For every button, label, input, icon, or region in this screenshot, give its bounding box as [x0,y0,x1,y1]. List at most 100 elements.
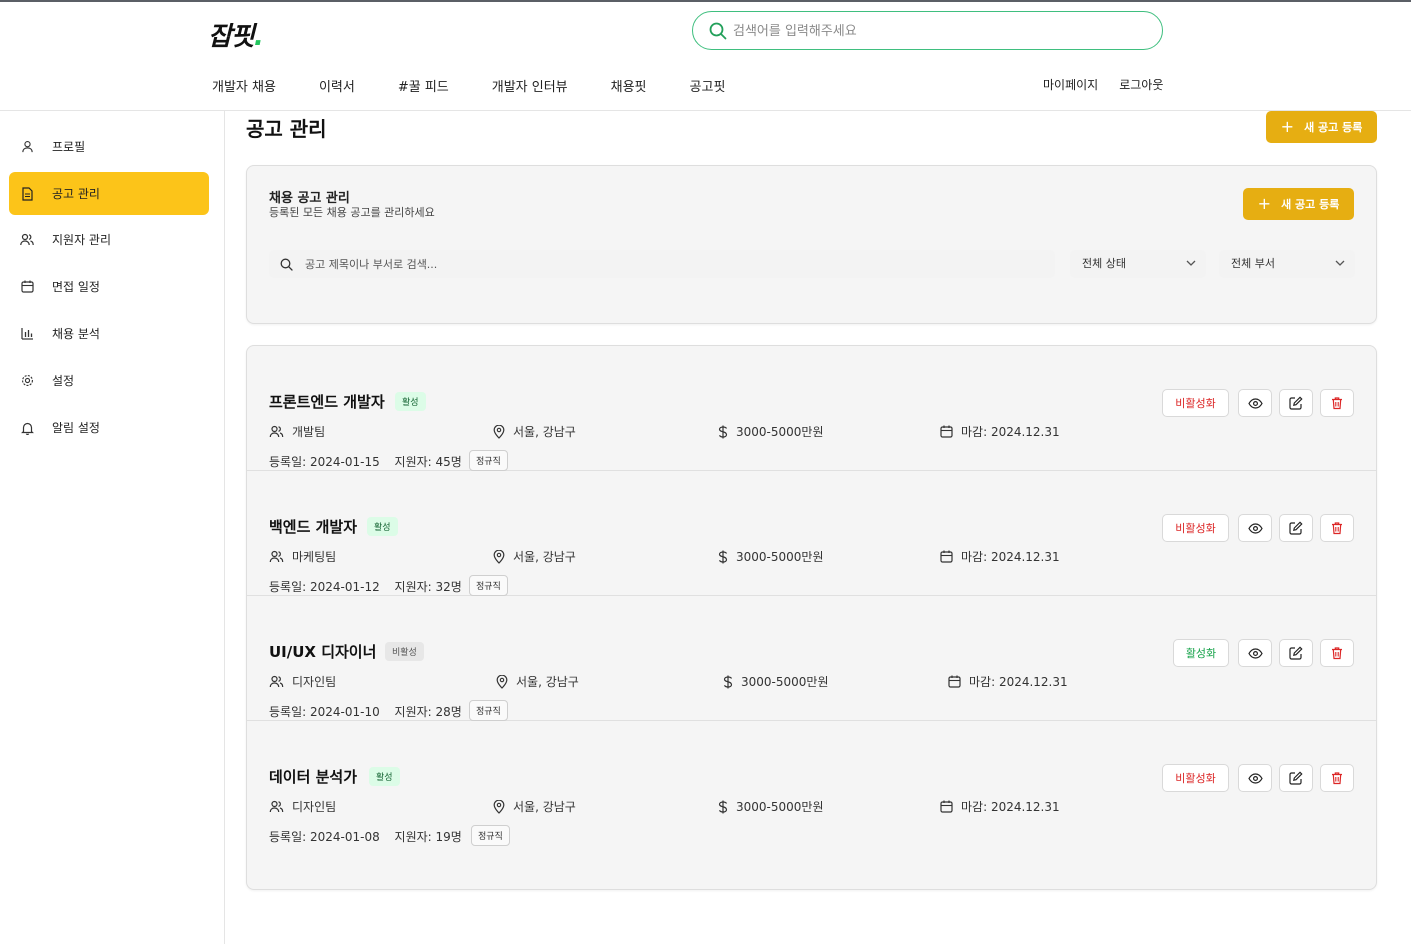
employment-type-tag: 정규직 [469,450,508,471]
users-icon [20,233,34,247]
main-nav: 개발자 채용 이력서 #꿀 피드 개발자 인터뷰 채용핏 공고핏 [212,76,768,95]
nav-posting-fit[interactable]: 공고핏 [690,76,726,95]
job-title[interactable]: UI/UX 디자이너 [269,641,376,662]
status-badge: 활성 [367,517,398,536]
edit-icon [1289,521,1303,535]
job-location: 서울, 강남구 [493,548,576,565]
dept-filter-select[interactable]: 전체 부서 [1219,250,1355,278]
job-registered-date: 등록일: 2024-01-10 [269,705,380,719]
calendar-icon [940,800,953,813]
new-posting-label: 새 공고 등록 [1281,198,1340,211]
job-salary: 3000-5000만원 [723,673,829,690]
status-filter-value: 전체 상태 [1082,257,1126,270]
view-button[interactable] [1238,764,1272,792]
job-location-text: 서울, 강남구 [516,675,579,689]
sidebar-item-analytics[interactable]: 채용 분석 [9,312,209,355]
panel-subtitle: 등록된 모든 채용 공고를 관리하세요 [269,206,435,219]
new-posting-button[interactable]: + 새 공고 등록 [1266,111,1377,143]
edit-icon [1289,771,1303,785]
job-team-text: 디자인팀 [292,800,337,814]
view-button[interactable] [1238,514,1272,542]
job-salary: 3000-5000만원 [718,548,824,565]
eye-icon [1247,397,1263,409]
panel-new-posting-button[interactable]: + 새 공고 등록 [1243,188,1354,220]
sidebar-item-label: 설정 [52,374,75,388]
job-location-text: 서울, 강남구 [513,550,576,564]
posting-search[interactable] [269,250,1055,278]
posting-management-panel: 채용 공고 관리 등록된 모든 채용 공고를 관리하세요 +새 공고 등록 전체… [246,165,1377,324]
edit-icon [1289,646,1303,660]
dollar-icon [718,550,728,563]
sidebar-item-profile[interactable]: 프로필 [9,125,209,168]
toggle-status-button[interactable]: 비활성화 [1162,764,1229,792]
toggle-status-button[interactable]: 비활성화 [1162,389,1229,417]
global-search-input[interactable] [733,20,1133,42]
sidebar: 프로필 공고 관리 지원자 관리 면접 일정 채용 분석 설정 알림 설정 [0,111,225,944]
dollar-icon [718,800,728,813]
nav-feed[interactable]: #꿀 피드 [398,76,449,95]
nav-resume[interactable]: 이력서 [319,76,355,95]
users-icon [269,800,284,813]
edit-button[interactable] [1279,514,1313,542]
logo[interactable]: 잡핏. [208,16,264,53]
sidebar-item-settings[interactable]: 설정 [9,359,209,402]
job-team: 디자인팀 [269,798,336,815]
chevron-down-icon [1335,260,1345,266]
toggle-status-button[interactable]: 비활성화 [1162,514,1229,542]
job-location-text: 서울, 강남구 [513,425,576,439]
view-button[interactable] [1238,389,1272,417]
job-registered-date: 등록일: 2024-01-15 [269,455,380,469]
logout-link[interactable]: 로그아웃 [1119,76,1163,93]
nav-recruit-fit[interactable]: 채용핏 [611,76,647,95]
sidebar-item-postings[interactable]: 공고 관리 [9,172,209,215]
job-registered-date: 등록일: 2024-01-12 [269,580,380,594]
dollar-icon [718,425,728,438]
job-location: 서울, 강남구 [493,423,576,440]
nav-dev-jobs[interactable]: 개발자 채용 [212,76,276,95]
job-row: 프론트엔드 개발자 활성 개발팀 서울, 강남구 3000-5000만원 마감:… [247,346,1376,471]
job-applicant-count: 지원자: 19명 [394,830,462,844]
calendar-icon [948,675,961,688]
edit-button[interactable] [1279,639,1313,667]
job-applicant-count: 지원자: 32명 [394,580,462,594]
employment-type-tag: 정규직 [469,575,508,596]
job-list: 프론트엔드 개발자 활성 개발팀 서울, 강남구 3000-5000만원 마감:… [246,345,1377,890]
sidebar-item-interviews[interactable]: 면접 일정 [9,265,209,308]
job-title[interactable]: 데이터 분석가 [269,766,357,787]
users-icon [269,425,284,438]
job-team: 디자인팀 [269,673,336,690]
sidebar-item-label: 면접 일정 [52,280,100,294]
delete-button[interactable] [1320,764,1354,792]
global-search[interactable] [692,11,1163,50]
sidebar-item-notifications[interactable]: 알림 설정 [9,406,209,449]
calendar-icon [940,425,953,438]
status-badge: 비활성 [385,642,424,661]
toggle-status-button[interactable]: 활성화 [1173,639,1229,667]
job-title[interactable]: 프론트엔드 개발자 [269,391,385,412]
delete-button[interactable] [1320,514,1354,542]
job-footer: 등록일: 2024-01-12 지원자: 32명 [269,578,462,595]
eye-icon [1247,772,1263,784]
job-salary: 3000-5000만원 [718,798,824,815]
job-team-text: 마케팅팀 [292,550,337,564]
edit-button[interactable] [1279,389,1313,417]
delete-button[interactable] [1320,389,1354,417]
delete-button[interactable] [1320,639,1354,667]
posting-search-input[interactable] [305,255,1005,273]
map-pin-icon [496,674,508,689]
job-location: 서울, 강남구 [493,798,576,815]
sidebar-item-applicants[interactable]: 지원자 관리 [9,218,209,261]
job-title[interactable]: 백엔드 개발자 [269,516,357,537]
logo-text: 잡핏 [208,22,255,52]
job-row: UI/UX 디자이너 비활성 디자인팀 서울, 강남구 3000-5000만원 … [247,596,1376,721]
eye-icon [1247,522,1263,534]
status-filter-select[interactable]: 전체 상태 [1070,250,1206,278]
mypage-link[interactable]: 마이페이지 [1043,76,1098,93]
sidebar-item-label: 프로필 [52,140,86,154]
nav-dev-interview[interactable]: 개발자 인터뷰 [492,76,568,95]
view-button[interactable] [1238,639,1272,667]
users-icon [269,550,284,563]
job-footer: 등록일: 2024-01-15 지원자: 45명 [269,453,462,470]
edit-button[interactable] [1279,764,1313,792]
document-icon [20,186,34,201]
